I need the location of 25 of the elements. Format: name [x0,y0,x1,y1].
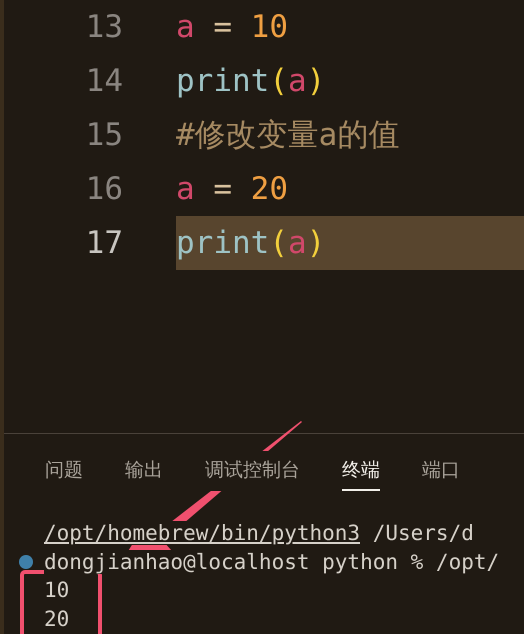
code-token: a [288,228,307,258]
code-token: 10 [250,12,288,42]
code-token: ) [306,228,326,258]
code-token: print [176,66,270,96]
code-token: ( [269,228,288,258]
code-token: a [288,66,307,96]
code-comment: #修改变量a的值 [176,120,400,150]
status-dot-icon [19,554,33,569]
code-token: ) [306,66,326,96]
panel-tab[interactable]: 调试控制台 [205,451,300,491]
code-token: ( [269,66,288,96]
code-token: a [176,12,195,42]
terminal-prompt: dongjianhao@localhost python % /opt/ [44,550,500,574]
line-number: 16 [84,171,123,207]
code-token: = [212,174,233,204]
line-number: 17 [84,225,123,261]
terminal-text: /Users/d [360,521,474,546]
line-number: 15 [84,117,123,153]
code-token: = [212,12,233,42]
code-token: 20 [250,174,288,204]
line-number: 14 [84,63,123,99]
code-token: print [176,228,270,258]
line-number: 13 [84,9,123,45]
terminal-link[interactable]: /opt/homebrew/bin/python3 [44,521,360,546]
code-token: a [176,174,195,204]
